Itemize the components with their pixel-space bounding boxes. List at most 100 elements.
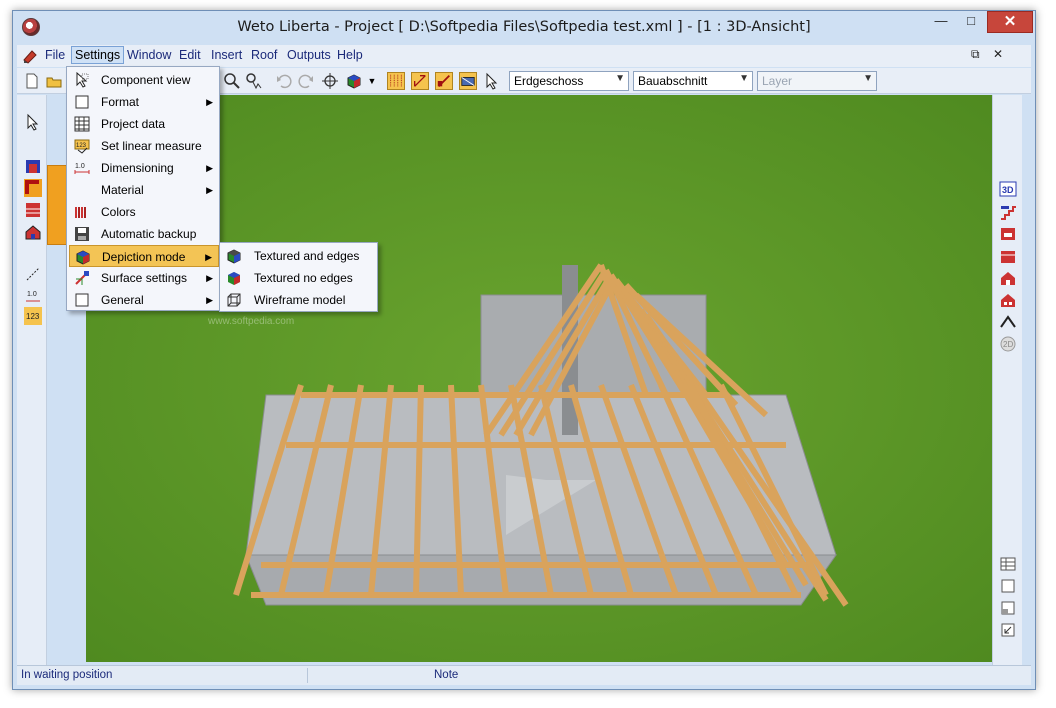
menu-item-colors[interactable]: Colors xyxy=(69,201,219,223)
undo-icon[interactable] xyxy=(275,72,293,90)
snap-edge-icon[interactable] xyxy=(435,72,453,90)
crosshair-icon[interactable] xyxy=(321,72,339,90)
menu-roof[interactable]: Roof xyxy=(251,48,277,62)
floor-select[interactable]: Erdgeschoss ▼ xyxy=(509,71,629,91)
colors-icon xyxy=(75,207,86,218)
svg-text:123: 123 xyxy=(76,143,87,149)
mdi-restore-button[interactable]: ⧉ xyxy=(971,47,980,62)
settings-menu: Component view Format ▶ Project data 123… xyxy=(66,66,220,311)
right-toolbar: 3D 2D xyxy=(992,95,1022,665)
menu-item-textured-and-edges[interactable]: Textured and edges xyxy=(222,245,377,267)
status-note: Note xyxy=(434,669,459,681)
select-arrow-icon[interactable] xyxy=(483,72,501,90)
menu-item-wireframe-model[interactable]: Wireframe model xyxy=(222,289,377,311)
color-cube-icon[interactable] xyxy=(345,72,363,90)
svg-text:3D: 3D xyxy=(1002,185,1014,195)
resize-arrow-icon[interactable] xyxy=(999,621,1017,639)
roof-outline-icon[interactable] xyxy=(999,313,1017,331)
open-folder-icon[interactable] xyxy=(45,72,63,90)
status-text: In waiting position xyxy=(21,669,113,681)
section-select[interactable]: Bauabschnitt ▼ xyxy=(633,71,753,91)
floor-select-value: Erdgeschoss xyxy=(514,74,584,88)
snap-area-icon[interactable] xyxy=(459,72,477,90)
facade-icon[interactable] xyxy=(999,247,1017,265)
cube-colored-icon xyxy=(228,272,240,285)
submenu-arrow-icon: ▶ xyxy=(206,273,213,283)
status-bar: In waiting position Note xyxy=(17,665,1031,685)
menu-item-dimensioning[interactable]: 1.0 Dimensioning ▶ xyxy=(69,157,219,179)
measure-tool-icon[interactable]: 123 xyxy=(24,307,42,325)
menu-item-automatic-backup[interactable]: Automatic backup xyxy=(69,223,219,245)
save-icon xyxy=(75,227,89,241)
watermark-text: www.softpedia.com xyxy=(208,316,295,327)
depiction-mode-submenu: Textured and edges Textured no edges Wir… xyxy=(219,242,378,312)
window-title: Weto Liberta - Project [ D:\Softpedia Fi… xyxy=(237,19,811,35)
line-tool-icon[interactable] xyxy=(24,265,42,283)
menu-item-component-view[interactable]: Component view xyxy=(69,69,219,91)
window-single-icon[interactable] xyxy=(999,577,1017,595)
redo-icon[interactable] xyxy=(297,72,315,90)
pencil-eraser-icon xyxy=(23,50,37,64)
table-icon[interactable] xyxy=(999,555,1017,573)
menu-window[interactable]: Window xyxy=(127,48,171,62)
square-icon xyxy=(75,95,89,109)
menu-item-textured-no-edges[interactable]: Textured no edges xyxy=(222,267,377,289)
submenu-arrow-icon: ▶ xyxy=(205,252,212,262)
svg-text:123: 123 xyxy=(26,312,40,321)
wall-icon[interactable] xyxy=(24,157,42,175)
menu-outputs[interactable]: Outputs xyxy=(287,48,331,62)
house-icon[interactable] xyxy=(24,223,42,241)
menu-settings[interactable]: Settings xyxy=(71,46,125,64)
cube-dropdown-arrow-icon[interactable]: ▼ xyxy=(363,72,381,90)
menu-item-format[interactable]: Format ▶ xyxy=(69,91,219,113)
menu-help[interactable]: Help xyxy=(337,48,363,62)
stairs-icon[interactable] xyxy=(999,203,1017,221)
dimension-icon: 1.0 xyxy=(74,163,90,174)
zoom-fit-icon[interactable] xyxy=(245,72,263,90)
hatch-icon[interactable] xyxy=(24,201,42,219)
roof-corner-icon[interactable] xyxy=(24,179,42,197)
new-file-icon[interactable] xyxy=(23,72,41,90)
svg-text:2D: 2D xyxy=(1003,340,1013,349)
menu-item-material[interactable]: Material ▶ xyxy=(69,179,219,201)
chevron-down-icon: ▼ xyxy=(615,73,625,84)
mdi-close-button[interactable]: ✕ xyxy=(993,47,1003,61)
3d-viewport[interactable] xyxy=(86,95,992,662)
close-button[interactable]: ✕ xyxy=(987,11,1033,33)
pointer-icon[interactable] xyxy=(24,113,42,131)
menu-item-depiction-mode[interactable]: Depiction mode ▶ xyxy=(69,245,219,267)
cube-icon xyxy=(76,250,90,265)
menu-item-project-data[interactable]: Project data xyxy=(69,113,219,135)
snap-point-icon[interactable] xyxy=(411,72,429,90)
menu-item-set-linear-measure[interactable]: 123 Set linear measure xyxy=(69,135,219,157)
maximize-button[interactable]: □ xyxy=(957,11,985,33)
3d-view-icon[interactable]: 3D xyxy=(999,180,1017,198)
house-front-icon[interactable] xyxy=(999,269,1017,287)
menu-insert[interactable]: Insert xyxy=(211,48,242,62)
menu-item-surface-settings[interactable]: Surface settings ▶ xyxy=(69,267,219,289)
house-side-icon[interactable] xyxy=(999,291,1017,309)
menu-file[interactable]: File xyxy=(45,48,65,62)
section-icon[interactable] xyxy=(999,225,1017,243)
submenu-arrow-icon: ▶ xyxy=(206,295,213,305)
dimension-tool-icon[interactable]: 1.0 xyxy=(24,287,42,305)
snap-grid-icon[interactable] xyxy=(387,72,405,90)
section-select-value: Bauabschnitt xyxy=(638,74,708,88)
2d-view-icon[interactable]: 2D xyxy=(999,335,1017,353)
status-separator xyxy=(307,668,308,683)
submenu-arrow-icon: ▶ xyxy=(206,185,213,195)
chevron-down-icon: ▼ xyxy=(739,73,749,84)
layer-select-value: Layer xyxy=(762,74,793,88)
cube-textured-icon xyxy=(227,249,241,264)
menu-item-general[interactable]: General ▶ xyxy=(69,289,219,311)
grid-icon xyxy=(74,116,90,132)
title-bar[interactable]: Weto Liberta - Project [ D:\Softpedia Fi… xyxy=(13,11,1035,45)
cursor-icon xyxy=(76,72,89,88)
zoom-icon[interactable] xyxy=(223,72,241,90)
chevron-down-icon: ▼ xyxy=(863,73,873,84)
minimize-button[interactable]: — xyxy=(927,11,955,33)
left-toolbar: 1.0 123 xyxy=(17,95,47,665)
window-tile-icon[interactable] xyxy=(999,599,1017,617)
svg-text:1.0: 1.0 xyxy=(75,163,85,170)
menu-edit[interactable]: Edit xyxy=(179,48,201,62)
